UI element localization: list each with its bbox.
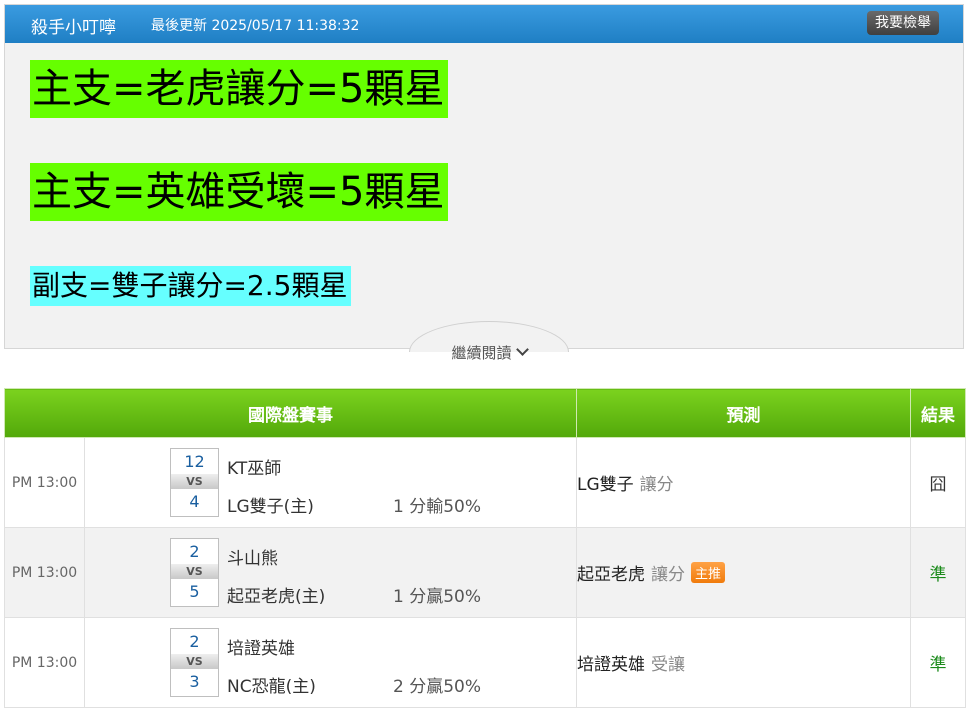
score-box: 2 VS 5 — [170, 538, 219, 607]
spread-line: 1 分贏50% — [393, 587, 482, 607]
header-prediction: 預測 — [576, 388, 911, 438]
result-cell: 準 — [910, 527, 966, 618]
home-team: 起亞老虎(主) — [227, 587, 326, 607]
result-cell: 囧 — [910, 437, 966, 528]
home-team: LG雙子(主) — [227, 497, 314, 517]
author-name[interactable]: 殺手小叮嚀 — [31, 13, 116, 38]
prediction-team: LG雙子 — [577, 475, 634, 495]
table-row: PM 13:00 2 VS 3 培證英雄 NC恐龍(主) 2 分贏50% 培證英… — [4, 617, 966, 708]
match-cell: 12 VS 4 KT巫師 LG雙子(主) 1 分輸50% — [84, 437, 577, 528]
vs-label: VS — [171, 564, 218, 579]
chevron-down-icon — [515, 343, 529, 356]
article-header-bar: 殺手小叮嚀 最後更新 2025/05/17 11:38:32 我要檢舉 — [5, 5, 963, 43]
vs-label: VS — [171, 474, 218, 489]
result-cell: 準 — [910, 617, 966, 708]
score-box: 12 VS 4 — [170, 448, 219, 517]
home-score: 3 — [189, 672, 200, 691]
vs-label: VS — [171, 654, 218, 669]
main-pick-badge: 主推 — [691, 562, 726, 583]
game-time: PM 13:00 — [4, 437, 85, 528]
home-team: NC恐龍(主) — [227, 677, 316, 697]
prediction-team: 起亞老虎 — [577, 565, 645, 585]
article-card: 殺手小叮嚀 最後更新 2025/05/17 11:38:32 我要檢舉 主支=老… — [4, 4, 964, 362]
games-table: 國際盤賽事 預測 結果 PM 13:00 12 VS 4 KT巫師 LG雙子(主… — [4, 388, 966, 708]
table-row: PM 13:00 2 VS 5 斗山熊 起亞老虎(主) 1 分贏50% 起亞老虎… — [4, 527, 966, 618]
prediction-type: 讓分 — [651, 565, 685, 585]
prediction-type: 讓分 — [639, 475, 674, 495]
spread-line: 1 分輸50% — [393, 497, 482, 517]
spread-line: 2 分贏50% — [393, 677, 482, 697]
score-box: 2 VS 3 — [170, 628, 219, 697]
last-updated: 最後更新 2025/05/17 11:38:32 — [151, 18, 360, 34]
header-match: 國際盤賽事 — [4, 388, 577, 438]
match-cell: 2 VS 5 斗山熊 起亞老虎(主) 1 分贏50% — [84, 527, 577, 618]
away-team: KT巫師 — [227, 459, 282, 479]
away-score: 12 — [184, 452, 205, 471]
prediction-cell: 培證英雄 受讓 — [576, 617, 911, 708]
away-score: 2 — [189, 542, 200, 561]
home-score: 4 — [189, 492, 200, 511]
read-more-button[interactable]: 繼續閱讀 — [409, 321, 569, 362]
away-score: 2 — [189, 632, 200, 651]
prediction-cell: 起亞老虎 讓分 主推 — [576, 527, 911, 618]
game-time: PM 13:00 — [4, 617, 85, 708]
prediction-type: 受讓 — [651, 655, 685, 675]
report-button[interactable]: 我要檢舉 — [867, 11, 939, 35]
pick-main-1: 主支=老虎讓分=5顆星 — [30, 60, 449, 118]
pick-main-2: 主支=英雄受壞=5顆星 — [30, 163, 449, 221]
header-result: 結果 — [910, 388, 966, 438]
away-team: 培證英雄 — [227, 639, 295, 659]
away-team: 斗山熊 — [227, 549, 278, 569]
table-header-row: 國際盤賽事 預測 結果 — [4, 388, 966, 438]
match-cell: 2 VS 3 培證英雄 NC恐龍(主) 2 分贏50% — [84, 617, 577, 708]
pick-sub-1: 副支=雙子讓分=2.5顆星 — [30, 266, 352, 306]
prediction-team: 培證英雄 — [577, 655, 645, 675]
read-more-label: 繼續閱讀 — [451, 344, 512, 362]
game-time: PM 13:00 — [4, 527, 85, 618]
home-score: 5 — [189, 582, 200, 601]
table-row: PM 13:00 12 VS 4 KT巫師 LG雙子(主) 1 分輸50% LG… — [4, 437, 966, 528]
prediction-cell: LG雙子 讓分 — [576, 437, 911, 528]
